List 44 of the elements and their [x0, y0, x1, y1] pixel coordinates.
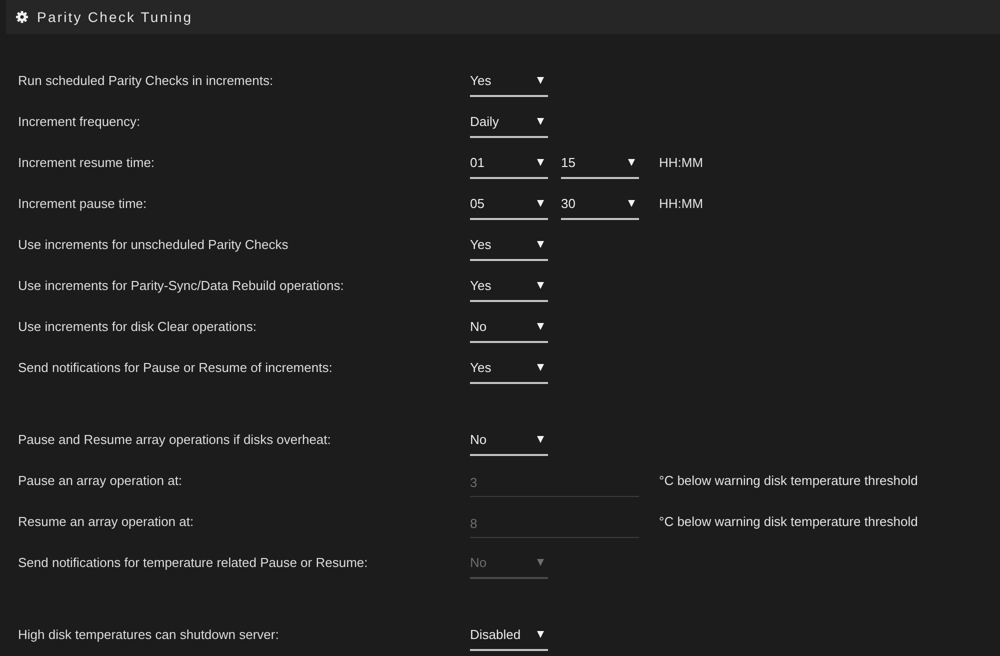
setting-label: Resume an array operation at: [18, 514, 195, 529]
setting-label: Use increments for disk Clear operations: [18, 319, 258, 334]
dropdown[interactable]: 05 [470, 188, 548, 220]
dropdown[interactable]: Yes [470, 64, 548, 96]
setting-label: Send notifications for Pause or Resume of increments: [18, 360, 334, 375]
setting-label: Use increments for Parity-Sync/Data Rebuild operations: [18, 278, 345, 293]
dropdown[interactable]: No [470, 424, 548, 456]
setting-label: Run scheduled Parity Checks in increments: [18, 73, 274, 88]
dropdown[interactable]: Yes [470, 228, 548, 260]
setting-label: Pause and Resume array operations if disks overheat: [18, 432, 332, 447]
gear-icon [16, 11, 28, 23]
setting-label: Use increments for unscheduled Parity Checks [18, 237, 290, 252]
caret-icon [537, 436, 544, 442]
dropdown[interactable]: Disabled [470, 618, 548, 650]
caret-icon [537, 322, 544, 330]
caret-icon [537, 158, 544, 166]
unit-text: HH:MM [659, 196, 704, 211]
setting-label: High disk temperatures can shutdown server: [18, 627, 280, 642]
caret-icon [628, 200, 635, 206]
caret-icon [537, 118, 544, 124]
dropdown[interactable]: 01 [470, 146, 548, 178]
panel-title: Parity Check Tuning [37, 9, 193, 25]
caret-icon [537, 200, 544, 206]
dropdown[interactable]: 30 [561, 188, 639, 220]
caret-icon [537, 364, 544, 370]
setting-label: Send notifications for temperature related Pause or Resume: [18, 555, 369, 570]
dropdown[interactable]: Yes [470, 270, 548, 302]
caret-icon [537, 282, 544, 288]
setting-label: Increment pause time: [18, 196, 148, 211]
caret-icon [628, 158, 635, 166]
dropdown[interactable]: Yes [470, 352, 548, 384]
setting-label: Increment resume time: [18, 155, 156, 170]
unit-text: HH:MM [659, 155, 704, 170]
caret-icon [537, 76, 544, 84]
unit-text: °C below warning disk temperature threshold [659, 473, 918, 488]
caret-icon [537, 630, 544, 638]
setting-label: Increment frequency: [18, 114, 142, 129]
setting-label: Pause an array operation at: [18, 473, 184, 488]
unit-text: °C below warning disk temperature threshold [659, 514, 918, 529]
dropdown[interactable]: Daily [470, 106, 548, 138]
dropdown[interactable]: 15 [561, 146, 639, 178]
dropdown[interactable]: No [470, 310, 548, 342]
caret-icon [537, 240, 544, 248]
caret-icon [537, 558, 544, 566]
